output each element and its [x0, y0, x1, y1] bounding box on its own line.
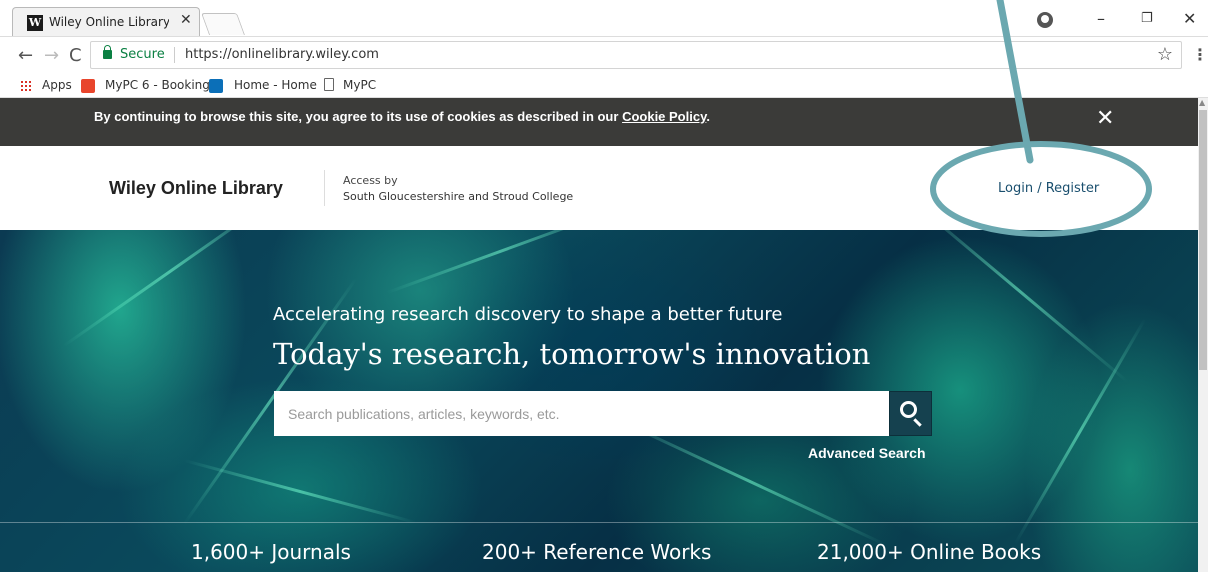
hero-title: Today's research, tomorrow's innovation [273, 337, 871, 371]
cookie-suffix: . [706, 109, 710, 124]
hero-fiber [1013, 318, 1147, 545]
bookmark-home[interactable]: Home - Home [234, 78, 317, 92]
address-bar[interactable]: Secure https://onlinelibrary.wiley.com ☆ [90, 41, 1182, 69]
bookmarks-bar: Apps MyPC 6 - Booking Home - Home MyPC [0, 74, 1208, 98]
reload-icon[interactable]: C [69, 47, 82, 65]
bookmark-star-icon[interactable]: ☆ [1157, 44, 1173, 65]
login-register-link[interactable]: Login / Register [998, 181, 1099, 196]
search-icon [900, 401, 917, 418]
header-divider [324, 170, 325, 206]
hero-tagline: Accelerating research discovery to shape… [273, 304, 783, 325]
new-tab-button[interactable] [200, 13, 246, 35]
tab-title: Wiley Online Library | Scie [49, 15, 169, 29]
cookie-close-icon[interactable]: ✕ [1096, 106, 1114, 131]
url-text[interactable]: https://onlinelibrary.wiley.com [185, 47, 379, 62]
browser-tab[interactable]: W Wiley Online Library | Scie ✕ [12, 7, 200, 36]
page-scrollbar[interactable]: ▲ [1198, 98, 1208, 572]
omnibox-divider [174, 47, 175, 63]
screenshot-root: W Wiley Online Library | Scie ✕ – ❐ ✕ ← … [0, 0, 1208, 572]
stat-reference-works[interactable]: 200+ Reference Works [482, 540, 711, 564]
stat-journals[interactable]: 1,600+ Journals [191, 540, 351, 564]
browser-toolbar: ← → C Secure https://onlinelibrary.wiley… [0, 36, 1208, 74]
browser-menu-icon[interactable]: ⋮ [1192, 45, 1208, 64]
cookie-banner: By continuing to browse this site, you a… [0, 98, 1198, 146]
back-icon[interactable]: ← [18, 47, 33, 65]
search-button[interactable] [889, 391, 932, 436]
forward-icon[interactable]: → [44, 47, 59, 65]
hero-banner: Accelerating research discovery to shape… [0, 230, 1198, 572]
scroll-up-icon[interactable]: ▲ [1199, 98, 1205, 107]
sharepoint-icon [209, 79, 223, 93]
bookmark-mypc[interactable]: MyPC [343, 78, 376, 92]
institution-name: South Gloucestershire and Stroud College [343, 190, 574, 203]
cookie-message: By continuing to browse this site, you a… [94, 109, 710, 124]
profile-icon[interactable] [1037, 12, 1053, 28]
search-input[interactable] [274, 391, 889, 436]
apps-grid-icon [20, 80, 32, 92]
cookie-policy-link[interactable]: Cookie Policy [622, 109, 706, 124]
hero-fiber [183, 458, 417, 525]
scroll-thumb[interactable] [1199, 110, 1207, 370]
mypc-icon [81, 79, 95, 93]
hero-divider [0, 522, 1198, 523]
site-header: Wiley Online Library Access by South Glo… [0, 146, 1198, 230]
stat-online-books[interactable]: 21,000+ Online Books [817, 540, 1041, 564]
hero-fiber [613, 416, 887, 547]
tab-close-icon[interactable]: ✕ [180, 12, 192, 28]
secure-label: Secure [120, 47, 165, 62]
site-logo[interactable]: Wiley Online Library [109, 178, 283, 199]
bookmark-mypc-booking[interactable]: MyPC 6 - Booking [105, 78, 210, 92]
access-by-label: Access by [343, 174, 398, 187]
hero-fiber [386, 230, 614, 294]
window-close-icon[interactable]: ✕ [1183, 9, 1196, 28]
document-icon [324, 78, 334, 91]
restore-icon[interactable]: ❐ [1141, 11, 1153, 26]
lock-icon [103, 45, 112, 59]
hero-fiber [911, 230, 1129, 383]
hero-fiber [62, 230, 278, 348]
advanced-search-link[interactable]: Advanced Search [808, 445, 926, 461]
cookie-text: By continuing to browse this site, you a… [94, 109, 619, 124]
minimize-icon[interactable]: – [1097, 9, 1105, 28]
bookmark-apps[interactable]: Apps [42, 78, 72, 92]
browser-tab-strip: W Wiley Online Library | Scie ✕ – ❐ ✕ [0, 0, 1208, 36]
wiley-favicon-icon: W [27, 15, 43, 31]
